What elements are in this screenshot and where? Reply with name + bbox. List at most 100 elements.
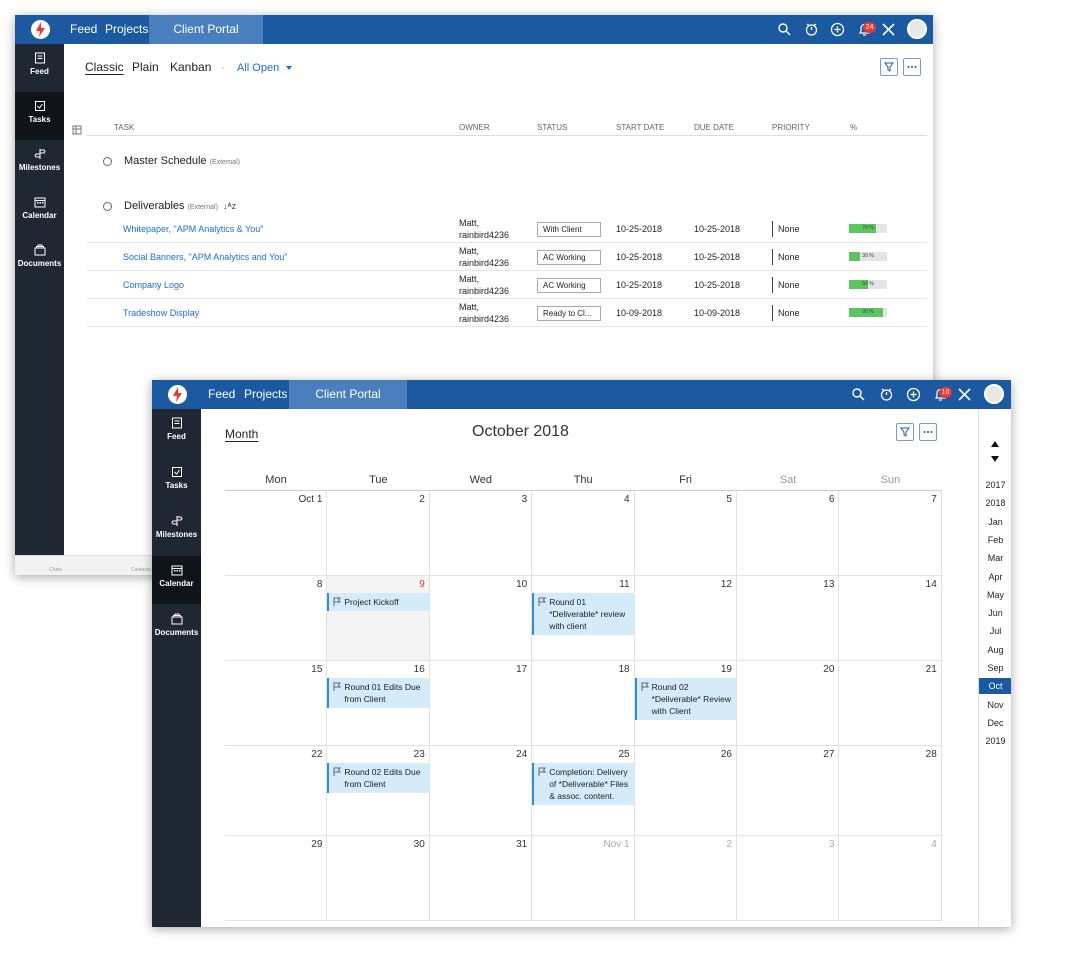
- table-row[interactable]: Whitepaper, "APM Analytics & You" Matt, ra…: [87, 215, 927, 243]
- year-month-nav-item[interactable]: Aug: [979, 642, 1011, 658]
- collapse-deliverables-icon[interactable]: [103, 202, 112, 211]
- day-cell[interactable]: 20: [737, 661, 840, 746]
- app-logo[interactable]: [152, 380, 201, 409]
- sidebar-item-milestones[interactable]: Milestones: [152, 507, 201, 555]
- task-owner[interactable]: Matt, rainbird4236: [459, 301, 509, 325]
- collapse-master-schedule-icon[interactable]: [103, 157, 112, 166]
- user-avatar[interactable]: [907, 19, 927, 39]
- sidebar-item-tasks[interactable]: Tasks: [15, 92, 64, 140]
- sidebar-item-calendar[interactable]: Calendar: [152, 556, 201, 604]
- year-month-nav-item[interactable]: 2019: [979, 733, 1011, 749]
- table-row[interactable]: Company Logo Matt, rainbird4236 AC Working 1…: [87, 271, 927, 299]
- year-month-nav-item[interactable]: Dec: [979, 715, 1011, 731]
- sidebar-item-feed[interactable]: Feed: [15, 44, 64, 92]
- nav-active-project[interactable]: Client Portal Example: [149, 15, 263, 65]
- day-cell[interactable]: 28: [839, 746, 942, 836]
- day-cell[interactable]: 19 Round 02 *Deliverable* Review with Cli…: [634, 661, 737, 746]
- day-cell[interactable]: 6: [737, 491, 840, 576]
- task-owner[interactable]: Matt, rainbird4236: [459, 245, 509, 269]
- day-cell[interactable]: 29: [225, 836, 328, 921]
- arrow-down-icon[interactable]: [991, 456, 999, 462]
- day-cell[interactable]: 3: [737, 836, 840, 921]
- progress-bar[interactable]: 90 %: [849, 308, 887, 317]
- task-name-link[interactable]: Company Logo: [123, 280, 184, 290]
- sidebar-item-milestones[interactable]: Milestones: [15, 140, 64, 188]
- day-cell[interactable]: 3: [429, 491, 533, 576]
- sidebar-item-feed[interactable]: Feed: [152, 409, 201, 457]
- tools-icon[interactable]: [957, 387, 972, 402]
- progress-bar[interactable]: 30 %: [849, 252, 887, 261]
- day-cell[interactable]: 23 Round 02 Edits Due from Client: [327, 746, 430, 836]
- start-date[interactable]: 10-25-2018: [616, 280, 662, 290]
- day-cell[interactable]: 24: [429, 746, 533, 836]
- column-header-status[interactable]: STATUS: [537, 123, 567, 132]
- column-header-owner[interactable]: OWNER: [459, 123, 490, 132]
- due-date[interactable]: 10-09-2018: [694, 308, 740, 318]
- progress-bar[interactable]: 50 %: [849, 280, 887, 289]
- user-avatar[interactable]: [984, 384, 1004, 404]
- day-cell[interactable]: 2: [327, 491, 430, 576]
- table-row[interactable]: Tradeshow Display Matt, rainbird4236 Ready …: [87, 299, 927, 327]
- more-options-button[interactable]: [903, 58, 921, 76]
- priority-value[interactable]: None: [772, 305, 800, 321]
- status-select[interactable]: Ready to Cl...: [537, 306, 601, 321]
- tools-icon[interactable]: [881, 22, 896, 37]
- year-month-nav-item[interactable]: Nov: [979, 697, 1011, 713]
- task-name-link[interactable]: Whitepaper, "APM Analytics & You": [123, 224, 263, 234]
- view-tab-classic[interactable]: Classic: [85, 60, 124, 74]
- day-cell[interactable]: 4: [839, 836, 942, 921]
- year-month-nav-item[interactable]: May: [979, 587, 1011, 603]
- due-date[interactable]: 10-25-2018: [694, 252, 740, 262]
- task-name-link[interactable]: Social Banners, "APM Analytics and You": [123, 252, 288, 262]
- day-cell[interactable]: Nov 1: [532, 836, 635, 921]
- search-icon[interactable]: [777, 22, 792, 37]
- status-select[interactable]: AC Working: [537, 250, 601, 265]
- day-cell[interactable]: 26: [634, 746, 737, 836]
- task-owner[interactable]: Matt, rainbird4236: [459, 217, 509, 241]
- nav-feed[interactable]: Feed: [202, 380, 241, 409]
- day-cell[interactable]: 25 Completion: Delivery of *Deliverable* …: [532, 746, 635, 836]
- task-name-link[interactable]: Tradeshow Display: [123, 308, 199, 318]
- add-icon[interactable]: [906, 387, 921, 402]
- priority-value[interactable]: None: [772, 221, 800, 237]
- year-month-nav-item[interactable]: Feb: [979, 532, 1011, 548]
- day-cell[interactable]: 11 Round 01 *Deliverable* review with cli…: [532, 576, 635, 661]
- filter-button[interactable]: [896, 423, 914, 441]
- column-header-due-date[interactable]: DUE DATE: [694, 123, 734, 132]
- progress-bar[interactable]: 70 %: [849, 224, 887, 233]
- chats-label[interactable]: Chats: [49, 567, 62, 573]
- priority-value[interactable]: None: [772, 277, 800, 293]
- day-cell[interactable]: 7: [839, 491, 942, 576]
- group-master-schedule[interactable]: Master Schedule (External): [124, 155, 240, 167]
- nav-projects[interactable]: Projects: [99, 15, 154, 44]
- timer-icon[interactable]: [879, 387, 894, 402]
- day-cell[interactable]: 16 Round 01 Edits Due from Client: [327, 661, 430, 746]
- year-month-nav-item[interactable]: Jan: [979, 514, 1011, 530]
- nav-feed[interactable]: Feed: [64, 15, 103, 44]
- column-settings-icon[interactable]: [72, 125, 83, 136]
- filter-button[interactable]: [880, 58, 898, 76]
- day-cell[interactable]: 2: [634, 836, 737, 921]
- table-row[interactable]: Social Banners, "APM Analytics and You" M…: [87, 243, 927, 271]
- status-select[interactable]: AC Working: [537, 278, 601, 293]
- calendar-event[interactable]: Round 01 *Deliverable* review with clien…: [532, 593, 634, 635]
- day-cell[interactable]: 12: [634, 576, 737, 661]
- year-month-nav-item[interactable]: Jun: [979, 605, 1011, 621]
- view-tab-kanban[interactable]: Kanban: [170, 60, 211, 74]
- calendar-event[interactable]: Round 02 Edits Due from Client: [327, 763, 429, 793]
- calendar-event[interactable]: Round 01 Edits Due from Client: [327, 678, 429, 708]
- sort-az-icon[interactable]: ↓ᴬᴢ: [223, 201, 236, 211]
- filter-dropdown[interactable]: All Open: [237, 62, 293, 74]
- timer-icon[interactable]: [804, 22, 819, 37]
- day-cell[interactable]: 13: [737, 576, 840, 661]
- day-cell[interactable]: 14: [839, 576, 942, 661]
- search-icon[interactable]: [851, 387, 866, 402]
- year-month-nav-item[interactable]: 2018: [979, 495, 1011, 511]
- day-cell[interactable]: 9 Project Kickoff: [327, 576, 430, 661]
- start-date[interactable]: 10-25-2018: [616, 252, 662, 262]
- more-options-button[interactable]: [919, 423, 937, 441]
- calendar-event[interactable]: Completion: Delivery of *Deliverable* Fi…: [532, 763, 634, 805]
- year-month-nav-item[interactable]: Apr: [979, 569, 1011, 585]
- column-header-task[interactable]: TASK: [114, 123, 134, 132]
- task-owner[interactable]: Matt, rainbird4236: [459, 273, 509, 297]
